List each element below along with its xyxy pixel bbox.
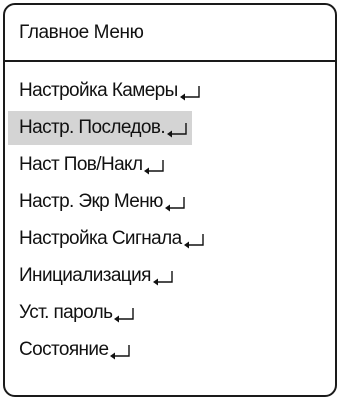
enter-return-icon	[179, 85, 200, 100]
menu-item-label: Настр. Экр Меню	[19, 190, 163, 212]
menu-item-set-password[interactable]: Уст. пароль	[5, 294, 335, 331]
enter-return-icon	[183, 233, 204, 248]
enter-return-icon	[164, 196, 185, 211]
enter-return-icon	[144, 159, 165, 174]
menu-item-label: Инициализация	[19, 264, 151, 286]
menu-item-highlight: Уст. пароль	[8, 296, 139, 330]
main-menu-panel: Главное Меню Настройка Камеры Настр. Пос…	[3, 3, 337, 397]
menu-item-initialization[interactable]: Инициализация	[5, 257, 335, 294]
menu-item-highlight: Настр. Экр Меню	[8, 185, 190, 219]
menu-item-camera-setup[interactable]: Настройка Камеры	[5, 72, 335, 109]
menu-item-status[interactable]: Состояние	[5, 331, 335, 368]
menu-list: Настройка Камеры Настр. Последов. Наст П…	[5, 62, 335, 368]
menu-item-highlight: Настройка Сигнала	[8, 222, 209, 256]
enter-return-icon	[110, 344, 131, 359]
menu-item-highlight: Настр. Последов.	[8, 110, 192, 145]
menu-item-screen-menu-setup[interactable]: Настр. Экр Меню	[5, 183, 335, 220]
menu-item-label: Состояние	[19, 338, 109, 360]
menu-item-highlight: Инициализация	[8, 259, 178, 293]
menu-item-label: Настройка Сигнала	[19, 227, 182, 249]
menu-item-pan-tilt-setup[interactable]: Наст Пов/Накл	[5, 146, 335, 183]
menu-title: Главное Меню	[5, 5, 335, 62]
menu-item-sequence-setup[interactable]: Настр. Последов.	[5, 109, 335, 146]
enter-return-icon	[114, 307, 135, 322]
menu-item-highlight: Наст Пов/Накл	[8, 148, 169, 182]
menu-item-highlight: Состояние	[8, 333, 135, 367]
menu-item-label: Уст. пароль	[19, 301, 113, 323]
menu-item-highlight: Настройка Камеры	[8, 74, 205, 108]
menu-item-signal-setup[interactable]: Настройка Сигнала	[5, 220, 335, 257]
enter-return-icon	[167, 122, 187, 137]
menu-item-label: Настр. Последов.	[19, 116, 166, 138]
menu-item-label: Наст Пов/Накл	[19, 153, 143, 175]
enter-return-icon	[152, 270, 173, 285]
menu-item-label: Настройка Камеры	[19, 79, 178, 101]
